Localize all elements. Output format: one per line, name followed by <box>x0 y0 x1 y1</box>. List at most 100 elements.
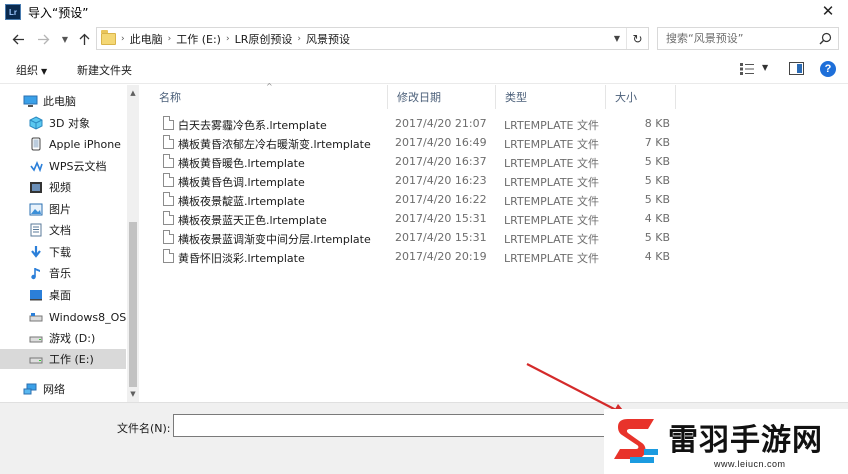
title-bar: Lr 导入“预设” ✕ <box>0 0 848 24</box>
file-icon <box>163 249 174 263</box>
column-header-type[interactable]: 类型 <box>496 85 606 109</box>
file-name: 横板夜景蓝调渐变中间分层.lrtemplate <box>178 233 371 246</box>
address-bar[interactable]: › 此电脑 › 工作 (E:) › LR原创预设 › 风景预设 ▼ ↻ <box>96 27 649 50</box>
file-name: 横板黄昏浓郁左冷右暖渐变.lrtemplate <box>178 138 371 151</box>
file-row[interactable]: 横板黄昏浓郁左冷右暖渐变.lrtemplate 2017/4/20 16:49 … <box>150 133 680 152</box>
breadcrumb-lr-presets[interactable]: LR原创预设 <box>235 31 293 47</box>
sidebar-item-label: 此电脑 <box>43 95 76 108</box>
scroll-up-icon[interactable]: ▲ <box>127 87 139 99</box>
search-icon <box>819 32 832 45</box>
file-type: LRTEMPLATE 文件 <box>504 176 599 189</box>
sidebar-item-label: 3D 对象 <box>49 117 90 130</box>
sidebar-item-label: 文档 <box>49 224 71 237</box>
breadcrumb-this-pc[interactable]: 此电脑 <box>130 31 163 47</box>
file-icon <box>163 116 174 130</box>
sidebar-item-windows8-os[interactable]: Windows8_OS <box>0 307 126 327</box>
filename-label: 文件名(N): <box>117 422 171 435</box>
column-header-name[interactable]: 名称 ^ <box>150 82 388 109</box>
preview-pane-icon[interactable] <box>789 62 804 75</box>
file-icon <box>163 211 174 225</box>
sidebar-item-label: 网络 <box>43 383 65 396</box>
file-date: 2017/4/20 16:23 <box>395 174 487 187</box>
network-icon <box>22 382 38 396</box>
organize-button[interactable]: 组织 ▼ <box>16 62 47 78</box>
sidebar-item-desktop[interactable]: 桌面 <box>0 285 126 305</box>
file-row[interactable]: 横板夜景蓝调渐变中间分层.lrtemplate 2017/4/20 15:31 … <box>150 228 680 247</box>
chevron-down-icon: ▼ <box>61 34 69 44</box>
chevron-right-icon: › <box>121 33 125 44</box>
sidebar-item-drive-d[interactable]: 游戏 (D:) <box>0 328 126 348</box>
file-date: 2017/4/20 16:22 <box>395 193 487 206</box>
column-header-label: 名称 <box>159 91 181 104</box>
file-date: 2017/4/20 15:31 <box>395 231 487 244</box>
breadcrumb-drive-e[interactable]: 工作 (E:) <box>176 31 221 47</box>
arrow-left-icon <box>12 34 24 44</box>
window-title: 导入“预设” <box>28 5 89 20</box>
file-size: 7 KB <box>644 136 670 149</box>
sidebar-item-downloads[interactable]: 下载 <box>0 242 126 262</box>
column-header-date[interactable]: 修改日期 <box>388 85 496 109</box>
file-name: 横板夜景靛蓝.lrtemplate <box>178 195 305 208</box>
sidebar-item-videos[interactable]: 视频 <box>0 177 126 197</box>
column-header-size[interactable]: 大小 <box>606 85 676 109</box>
sidebar-item-label: 游戏 (D:) <box>49 332 96 345</box>
chevron-down-icon: ▼ <box>41 67 48 76</box>
cloud-icon <box>28 159 44 173</box>
file-name: 白天去雾霾冷色系.lrtemplate <box>178 119 327 132</box>
file-size: 4 KB <box>644 212 670 225</box>
file-size: 5 KB <box>644 174 670 187</box>
sidebar-item-drive-e[interactable]: 工作 (E:) <box>0 349 126 369</box>
sidebar-item-pictures[interactable]: 图片 <box>0 199 126 219</box>
sidebar-item-documents[interactable]: 文档 <box>0 220 126 240</box>
file-size: 5 KB <box>644 193 670 206</box>
file-date: 2017/4/20 15:31 <box>395 212 487 225</box>
sidebar-item-network[interactable]: 网络 <box>0 379 126 399</box>
sidebar-item-label: 下载 <box>49 246 71 259</box>
scroll-down-icon[interactable]: ▼ <box>127 388 139 400</box>
file-size: 4 KB <box>644 250 670 263</box>
computer-icon <box>22 94 38 108</box>
file-size: 5 KB <box>644 155 670 168</box>
chevron-down-icon[interactable]: ▼ <box>762 63 768 72</box>
sidebar-item-wps-cloud[interactable]: WPS云文档 <box>0 156 126 176</box>
sidebar-scrollbar[interactable]: ▲ ▼ <box>127 85 139 402</box>
site-logo-icon <box>614 419 658 463</box>
search-input[interactable] <box>666 32 816 45</box>
sidebar-item-label: 视频 <box>49 181 71 194</box>
file-row[interactable]: 横板夜景靛蓝.lrtemplate 2017/4/20 16:22 LRTEMP… <box>150 190 680 209</box>
file-row[interactable]: 横板夜景蓝天正色.lrtemplate 2017/4/20 15:31 LRTE… <box>150 209 680 228</box>
sidebar-item-label: 图片 <box>49 203 71 216</box>
address-dropdown-button[interactable]: ▼ <box>609 28 625 49</box>
desktop-icon <box>28 288 44 302</box>
recent-locations-button[interactable]: ▼ <box>56 29 74 49</box>
file-row[interactable]: 黄昏怀旧淡彩.lrtemplate 2017/4/20 20:19 LRTEMP… <box>150 247 680 266</box>
sidebar-item-apple-iphone[interactable]: Apple iPhone <box>0 134 126 154</box>
search-box[interactable] <box>657 27 839 50</box>
cube-icon <box>28 116 44 130</box>
sidebar-item-3d-objects[interactable]: 3D 对象 <box>0 113 126 133</box>
sidebar-item-this-pc[interactable]: 此电脑 <box>0 91 126 111</box>
help-icon[interactable]: ? <box>820 61 836 77</box>
up-button[interactable] <box>75 29 93 49</box>
view-options-icon[interactable] <box>739 62 755 76</box>
file-row[interactable]: 横板黄昏色调.lrtemplate 2017/4/20 16:23 LRTEMP… <box>150 171 680 190</box>
file-name: 横板黄昏暖色.lrtemplate <box>178 157 305 170</box>
chevron-right-icon: › <box>297 33 301 44</box>
sidebar-scroll-thumb[interactable] <box>129 222 137 387</box>
refresh-button[interactable]: ↻ <box>626 28 648 49</box>
sidebar-item-label: 音乐 <box>49 267 71 280</box>
sidebar-item-music[interactable]: 音乐 <box>0 263 126 283</box>
file-type: LRTEMPLATE 文件 <box>504 252 599 265</box>
forward-button[interactable] <box>34 29 52 49</box>
site-watermark: 雷羽手游网 www.leiucn.com <box>604 409 848 474</box>
file-row[interactable]: 白天去雾霾冷色系.lrtemplate 2017/4/20 21:07 LRTE… <box>150 114 680 133</box>
new-folder-button[interactable]: 新建文件夹 <box>77 62 132 78</box>
breadcrumb-landscape-presets[interactable]: 风景预设 <box>306 31 350 47</box>
file-type: LRTEMPLATE 文件 <box>504 157 599 170</box>
file-row[interactable]: 横板黄昏暖色.lrtemplate 2017/4/20 16:37 LRTEMP… <box>150 152 680 171</box>
close-button[interactable]: ✕ <box>808 0 848 22</box>
sidebar-item-label: Apple iPhone <box>49 137 121 151</box>
chevron-right-icon: › <box>225 33 230 44</box>
back-button[interactable] <box>9 29 27 49</box>
file-list: 名称 ^ 修改日期 类型 大小 白天去雾霾冷色系.lrtemplate 2017… <box>150 82 848 402</box>
